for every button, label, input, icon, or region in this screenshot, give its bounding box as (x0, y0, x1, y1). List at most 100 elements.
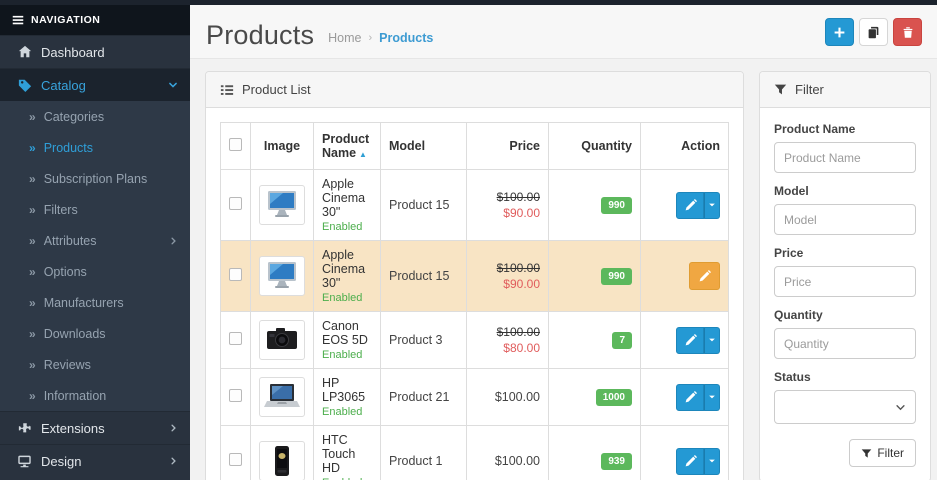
sidebar-item-categories[interactable]: »Categories (0, 101, 190, 132)
cell-price: $100.00$90.00 (467, 170, 549, 241)
double-chevron-icon: » (29, 141, 36, 155)
status-badge: Enabled (322, 292, 372, 304)
sidebar-item-downloads[interactable]: »Downloads (0, 318, 190, 349)
chevron-down-icon (895, 402, 906, 413)
sidebar-item-label: Extensions (41, 421, 105, 436)
cell-image (251, 369, 314, 426)
column-header-image: Image (251, 123, 314, 170)
sidebar-item-catalog[interactable]: Catalog (0, 68, 190, 101)
sidebar-item-attributes[interactable]: »Attributes (0, 225, 190, 256)
cell-model: Product 15 (381, 170, 467, 241)
funnel-icon (861, 448, 872, 459)
filter-panel: Filter Product NameModelPriceQuantitySta… (759, 71, 931, 480)
filter-heading: Filter (760, 72, 930, 108)
cell-quantity: 7 (549, 312, 641, 369)
double-chevron-icon: » (29, 234, 36, 248)
copy-button[interactable] (859, 18, 888, 46)
product-list-title: Product List (242, 82, 311, 97)
double-chevron-icon: » (29, 110, 36, 124)
status-badge: Enabled (322, 406, 372, 418)
edit-button[interactable] (676, 384, 704, 411)
sidebar-item-manufacturers[interactable]: » Manufacturers (0, 287, 190, 318)
filter-label-model: Model (774, 184, 916, 198)
breadcrumb-item-home[interactable]: Home (328, 31, 361, 45)
sidebar-item-filters[interactable]: »Filters (0, 194, 190, 225)
filter-label-price: Price (774, 246, 916, 260)
sidebar-item-products[interactable]: »Products (0, 132, 190, 163)
row-checkbox[interactable] (229, 332, 242, 345)
filter-button[interactable]: Filter (849, 439, 916, 467)
row-checkbox[interactable] (229, 197, 242, 210)
row-checkbox[interactable] (229, 268, 242, 281)
sidebar-item-options[interactable]: »Options (0, 256, 190, 287)
sidebar-item-information[interactable]: »Information (0, 380, 190, 411)
price: $100.00 (495, 454, 540, 468)
product-list-heading: Product List (206, 72, 743, 108)
breadcrumb-item-products[interactable]: Products (379, 31, 433, 45)
product-name-filter-input[interactable] (774, 142, 916, 173)
add-button[interactable] (825, 18, 854, 46)
product-name: Apple Cinema 30" (322, 248, 372, 290)
price-old: $100.00 (475, 190, 540, 204)
sort-link[interactable]: Model (389, 139, 425, 153)
table-row: Apple Cinema 30"EnabledProduct 15$100.00… (221, 241, 729, 312)
edit-button[interactable] (676, 448, 704, 475)
edit-dropdown-toggle[interactable] (704, 448, 720, 475)
row-checkbox[interactable] (229, 389, 242, 402)
quantity-filter-input[interactable] (774, 328, 916, 359)
edit-dropdown-toggle[interactable] (704, 384, 720, 411)
hamburger-icon (12, 14, 24, 26)
home-icon (17, 45, 32, 59)
sidebar-item-dashboard[interactable]: Dashboard (0, 35, 190, 68)
filter-icon (774, 83, 787, 96)
cell-model: Product 1 (381, 426, 467, 480)
edit-dropdown-toggle[interactable] (704, 192, 720, 219)
edit-button-warning[interactable] (689, 262, 720, 290)
cell-checkbox (221, 426, 251, 480)
cell-product-name: Apple Cinema 30"Enabled (314, 170, 381, 241)
cell-action (641, 426, 729, 480)
model-filter-input[interactable] (774, 204, 916, 235)
sidebar-item-subscription-plans[interactable]: »Subscription Plans (0, 163, 190, 194)
plus-icon (833, 26, 846, 39)
double-chevron-icon: » (29, 296, 36, 310)
table-row: Apple Cinema 30"EnabledProduct 15$100.00… (221, 170, 729, 241)
row-checkbox[interactable] (229, 453, 242, 466)
cell-action (641, 312, 729, 369)
chevron-right-icon (169, 236, 178, 246)
cell-checkbox (221, 312, 251, 369)
cell-image (251, 241, 314, 312)
edit-button[interactable] (676, 327, 704, 354)
copy-icon (867, 26, 880, 39)
product-name: HP LP3065 (322, 376, 372, 404)
select-all-checkbox[interactable] (229, 138, 242, 151)
status-select[interactable] (774, 390, 916, 424)
price-filter-input[interactable] (774, 266, 916, 297)
sidebar-item-design[interactable]: Design (0, 444, 190, 477)
sidebar-item-extensions[interactable]: Extensions (0, 411, 190, 444)
product-list-panel: Product List ImageProduct Name▲ModelPric… (205, 71, 744, 480)
delete-button[interactable] (893, 18, 922, 46)
page-title: Products (206, 22, 314, 49)
content: Product List ImageProduct Name▲ModelPric… (190, 59, 937, 480)
sidebar-item-label: Subscription Plans (44, 172, 148, 186)
sidebar-item-reviews[interactable]: »Reviews (0, 349, 190, 380)
cell-image (251, 312, 314, 369)
cell-checkbox (221, 369, 251, 426)
cell-quantity: 1000 (549, 369, 641, 426)
edit-dropdown-toggle[interactable] (704, 327, 720, 354)
sort-link[interactable]: Quantity (581, 139, 632, 153)
product-thumbnail-cinema (259, 185, 305, 225)
sidebar-item-label: Manufacturers (44, 296, 124, 310)
cell-product-name: Canon EOS 5DEnabled (314, 312, 381, 369)
table-header-row: ImageProduct Name▲ModelPriceQuantityActi… (221, 123, 729, 170)
cell-checkbox (221, 241, 251, 312)
double-chevron-icon: » (29, 358, 36, 372)
cell-model: Product 21 (381, 369, 467, 426)
product-thumbnail-camera (259, 320, 305, 360)
column-header-quantity: Quantity (549, 123, 641, 170)
sort-link[interactable]: Price (509, 139, 540, 153)
quantity-badge: 939 (601, 453, 632, 470)
cell-price: $100.00$90.00 (467, 241, 549, 312)
edit-button[interactable] (676, 192, 704, 219)
